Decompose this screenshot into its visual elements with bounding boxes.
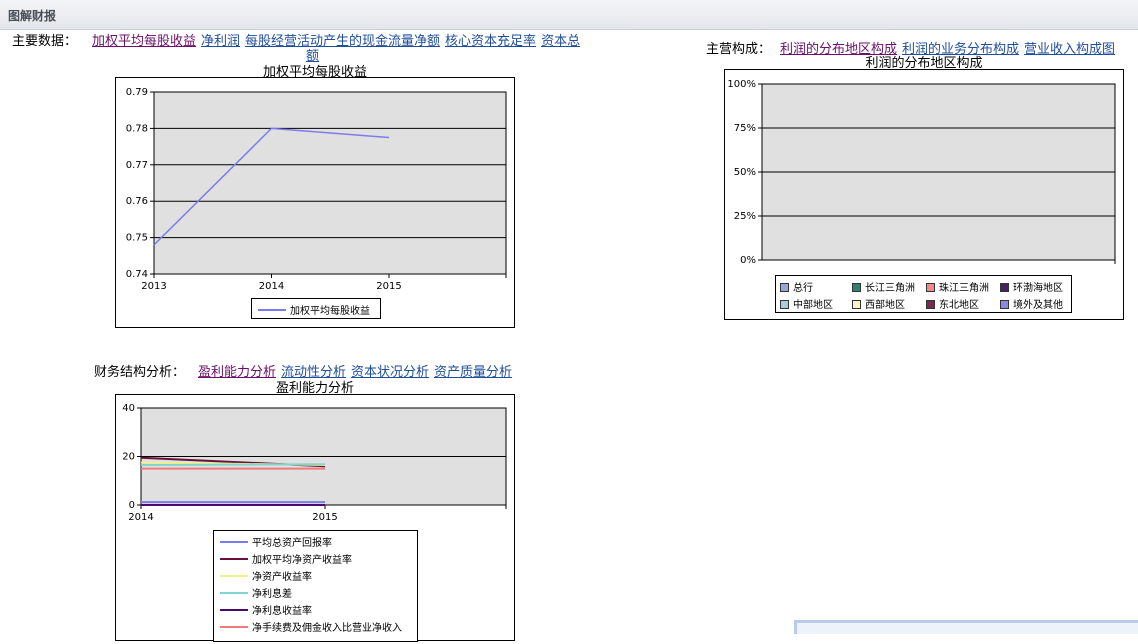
link-weighted-eps[interactable]: 加权平均每股收益 xyxy=(92,34,196,49)
x-tick-label: 2014 xyxy=(128,512,153,523)
region-swatch xyxy=(852,283,861,292)
region-legend-item: 东北地区 xyxy=(926,296,979,311)
profit-chart-frame: 40 20 0 2014 2015 平均总资产回报率 加权平均净资产收益率 净资产收益率… xyxy=(115,394,515,642)
eps-legend-line xyxy=(258,309,286,311)
region-legend-label: 环渤海地区 xyxy=(1013,283,1063,294)
region-swatch xyxy=(852,300,861,309)
eps-legend: 加权平均每股收益 xyxy=(251,298,381,319)
profit-legend-label: 平均总资产回报率 xyxy=(252,538,332,549)
region-legend-label: 境外及其他 xyxy=(1013,300,1063,311)
profit-legend-item: 净利息收益率 xyxy=(220,602,312,617)
region-chart-frame: 100% 75% 50% 25% 0% 总行 长江三角洲 珠江三角洲 环渤海地区 中部地… xyxy=(724,69,1124,320)
y-tick-label: 0.77 xyxy=(126,160,148,171)
region-legend-label: 总行 xyxy=(793,283,813,294)
region-legend: 总行 长江三角洲 珠江三角洲 环渤海地区 中部地区 西部地区 东北地区 境外及其… xyxy=(775,275,1072,313)
x-tick-label: 2015 xyxy=(376,281,401,292)
profit-legend-item: 净手续费及佣金收入比营业净收入 xyxy=(220,619,402,634)
region-swatch xyxy=(780,300,789,309)
region-legend-label: 东北地区 xyxy=(939,300,979,311)
plot-area xyxy=(153,91,507,275)
profit-legend-item: 加权平均净资产收益率 xyxy=(220,551,352,566)
region-legend-label: 西部地区 xyxy=(865,300,905,311)
profit-legend-line xyxy=(220,626,248,628)
region-legend-item: 西部地区 xyxy=(852,296,905,311)
region-swatch xyxy=(1000,300,1009,309)
y-tick-label: 0.74 xyxy=(126,269,148,280)
profit-legend-line xyxy=(220,541,248,543)
profit-legend-line xyxy=(220,609,248,611)
region-legend-item: 珠江三角洲 xyxy=(926,279,989,294)
eps-chart: 0.79 0.78 0.77 0.76 0.75 0.742013 2014 2015 xyxy=(126,87,507,292)
y-tick-label: 50% xyxy=(734,167,756,178)
y-tick-label: 75% xyxy=(734,123,756,134)
profit-legend-label: 净利息差 xyxy=(252,589,292,600)
link-operating-cashflow[interactable]: 每股经营活动产生的现金流量净额 xyxy=(245,34,440,49)
profit-legend: 平均总资产回报率 加权平均净资产收益率 净资产收益率 净利息差 净利息收益率 净… xyxy=(213,530,418,642)
region-legend-item: 中部地区 xyxy=(780,296,833,311)
region-legend-label: 中部地区 xyxy=(793,300,833,311)
region-legend-item: 环渤海地区 xyxy=(1000,279,1063,294)
y-tick-label: 0.78 xyxy=(126,123,148,134)
region-swatch xyxy=(926,300,935,309)
eps-chart-frame: 0.79 0.78 0.77 0.76 0.75 0.74 2013 2014 2015 加权平… xyxy=(115,77,515,328)
bottom-panel xyxy=(794,620,1138,634)
series-line xyxy=(140,463,326,466)
main-data-label: 主要数据： xyxy=(12,34,78,49)
link-total-capital[interactable]: 资本总 xyxy=(541,34,580,49)
profit-legend-label: 加权平均净资产收益率 xyxy=(252,555,352,566)
region-legend-item: 总行 xyxy=(780,279,813,294)
y-tick-label: 40 xyxy=(122,403,135,414)
profit-legend-item: 净利息差 xyxy=(220,585,292,600)
y-tick-label: 100% xyxy=(727,79,756,90)
y-tick-label: 0 xyxy=(129,500,135,511)
region-legend-label: 珠江三角洲 xyxy=(939,283,989,294)
link-core-capital-ratio[interactable]: 核心资本充足率 xyxy=(445,34,536,49)
eps-legend-label: 加权平均每股收益 xyxy=(290,306,370,317)
x-tick-label: 2015 xyxy=(312,512,337,523)
eps-legend-item: 加权平均每股收益 xyxy=(258,302,370,317)
region-swatch xyxy=(780,283,789,292)
y-tick-label: 20 xyxy=(122,452,135,463)
region-legend-item: 境外及其他 xyxy=(1000,296,1063,311)
main-data-links: 加权平均每股收益 净利润 每股经营活动产生的现金流量净额 核心资本充足率 资本总 xyxy=(92,30,585,49)
profit-legend-line xyxy=(220,558,248,560)
profit-legend-label: 净利息收益率 xyxy=(252,606,312,617)
window-titlebar: 图解财报 xyxy=(0,0,1138,30)
profit-legend-line xyxy=(220,592,248,594)
profit-legend-item: 平均总资产回报率 xyxy=(220,534,332,549)
profit-legend-label: 净资产收益率 xyxy=(252,572,312,583)
profit-legend-item: 净资产收益率 xyxy=(220,568,312,583)
window-title: 图解财报 xyxy=(8,9,57,23)
profit-legend-label: 净手续费及佣金收入比营业净收入 xyxy=(252,623,402,634)
region-legend-label: 长江三角洲 xyxy=(865,283,915,294)
x-tick-label: 2013 xyxy=(141,281,166,292)
region-swatch xyxy=(926,283,935,292)
y-tick-label: 0.75 xyxy=(126,233,148,244)
y-tick-label: 0.76 xyxy=(126,196,148,207)
region-legend-item: 长江三角洲 xyxy=(852,279,915,294)
link-net-profit[interactable]: 净利润 xyxy=(201,34,240,49)
y-tick-label: 25% xyxy=(734,211,756,222)
profit-legend-line xyxy=(220,575,248,577)
x-tick-label: 2014 xyxy=(259,281,284,292)
region-swatch xyxy=(1000,283,1009,292)
y-tick-label: 0.79 xyxy=(126,87,148,98)
y-tick-label: 0% xyxy=(740,255,756,266)
